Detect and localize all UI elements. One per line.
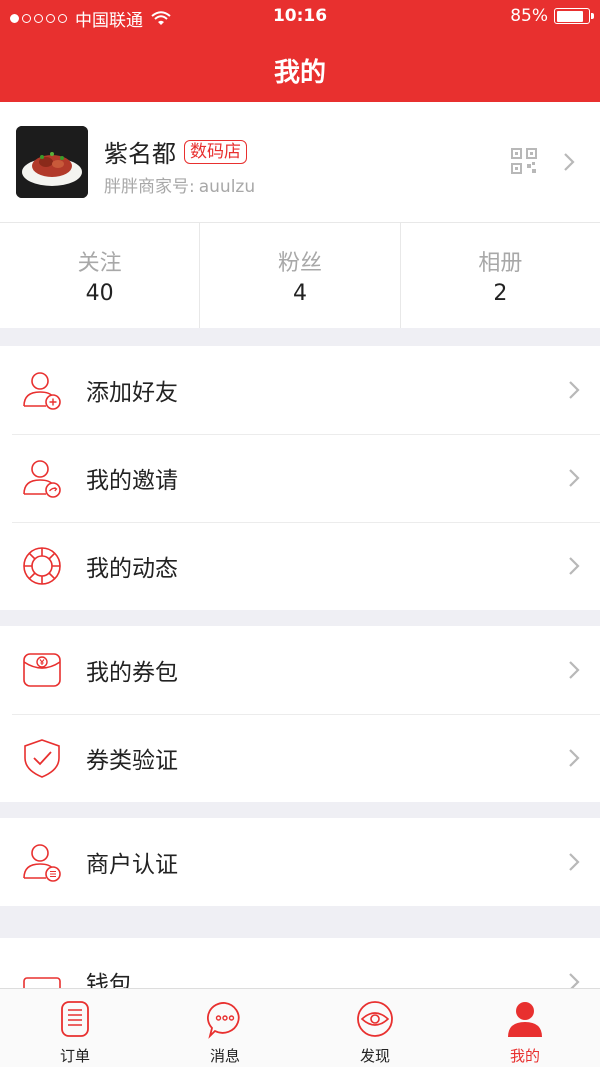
chevron-right-icon (569, 469, 580, 487)
menu-label: 我的邀请 (86, 468, 178, 494)
stat-followers[interactable]: 粉丝 4 (200, 223, 401, 328)
menu-label: 我的券包 (86, 660, 178, 686)
menu-group-wallet: 钱包 (0, 938, 600, 988)
menu-label: 钱包 (86, 972, 132, 988)
battery-icon (554, 8, 594, 24)
menu-label: 券类验证 (86, 748, 178, 774)
tab-messages[interactable]: 消息 (150, 989, 300, 1067)
shield-check-icon (24, 739, 60, 778)
menu-item-coupon-verify[interactable]: 券类验证 (0, 714, 600, 802)
menu-item-wallet[interactable]: 钱包 (0, 938, 600, 988)
menu-item-coupon-bag[interactable]: 我的券包 (0, 626, 600, 714)
battery-percent: 85% (510, 6, 548, 26)
stat-following[interactable]: 关注 40 (0, 223, 201, 328)
menu-item-invite[interactable]: 我的邀请 (0, 434, 600, 522)
menu-group-social: 添加好友 我的邀请 我的动态 (0, 346, 600, 610)
qr-code-icon[interactable] (510, 147, 538, 175)
header: 中国联通 10:16 85% 我的 (0, 0, 600, 102)
chevron-right-icon (569, 973, 580, 988)
add-friend-icon (23, 372, 61, 410)
merchant-verify-icon (23, 844, 61, 882)
stat-label: 粉丝 (277, 251, 322, 276)
tab-label: 消息 (209, 1047, 240, 1065)
stat-value: 2 (493, 281, 508, 306)
stat-value: 40 (85, 281, 114, 306)
chevron-right-icon (569, 749, 580, 767)
tab-label: 订单 (59, 1047, 90, 1065)
tab-orders[interactable]: 订单 (0, 989, 150, 1067)
tab-discover[interactable]: 发现 (300, 989, 450, 1067)
activity-icon (23, 547, 61, 585)
wallet-icon (23, 977, 61, 988)
discover-icon (357, 1001, 393, 1037)
chevron-right-icon (569, 661, 580, 679)
stat-album[interactable]: 相册 2 (401, 223, 600, 328)
stat-label: 相册 (478, 251, 523, 276)
chevron-right-icon (564, 153, 575, 171)
menu-label: 商户认证 (86, 852, 178, 878)
message-icon (207, 1002, 240, 1039)
avatar[interactable] (16, 126, 88, 198)
menu-label: 我的动态 (86, 556, 178, 582)
menu-item-add-friend[interactable]: 添加好友 (0, 346, 600, 434)
order-icon (61, 1001, 89, 1037)
chevron-right-icon (569, 381, 580, 399)
stat-value: 4 (292, 281, 307, 306)
invite-icon (23, 460, 61, 498)
profile-card[interactable]: 紫名都 数码店 胖胖商家号: auulzu (0, 102, 600, 222)
tab-label: 我的 (509, 1047, 540, 1065)
chevron-right-icon (569, 853, 580, 871)
stat-label: 关注 (77, 251, 122, 276)
coupon-bag-icon (23, 653, 61, 687)
chevron-right-icon (569, 557, 580, 575)
profile-icon (508, 1002, 542, 1037)
menu-group-merchant: 商户认证 (0, 818, 600, 906)
merchant-id-label: 胖胖商家号: (104, 177, 195, 197)
menu-label: 添加好友 (86, 380, 178, 406)
tab-bar: 订单 消息 发现 我的 (0, 988, 600, 1067)
tab-profile[interactable]: 我的 (450, 989, 600, 1067)
tab-label: 发现 (359, 1047, 390, 1065)
merchant-id-value: auulzu (198, 177, 256, 197)
shop-category-badge: 数码店 (184, 139, 247, 164)
menu-item-merchant-auth[interactable]: 商户认证 (0, 818, 600, 906)
menu-group-coupons: 我的券包 券类验证 (0, 626, 600, 802)
merchant-id-line: 胖胖商家号: auulzu (104, 172, 255, 197)
status-bar: 中国联通 10:16 85% (0, 0, 600, 34)
stats-bar: 关注 40 粉丝 4 相册 2 (0, 222, 600, 328)
menu-item-activity[interactable]: 我的动态 (0, 522, 600, 610)
shop-name: 紫名都 (104, 140, 176, 168)
page-title: 我的 (273, 58, 326, 88)
